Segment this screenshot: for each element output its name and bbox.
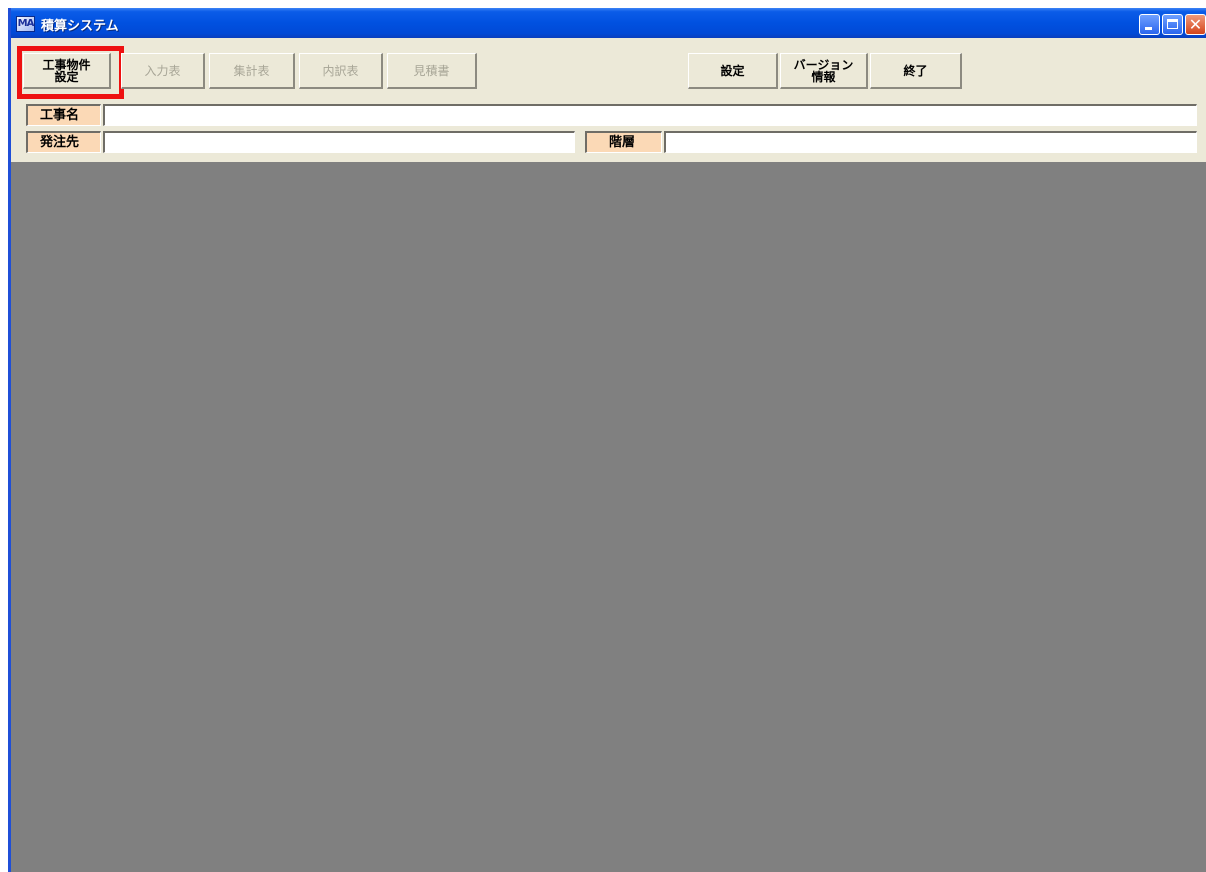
app-icon: MA bbox=[16, 16, 35, 32]
version-info-button[interactable]: バージョン 情報 bbox=[780, 53, 868, 89]
workspace-area bbox=[11, 162, 1206, 872]
title-bar[interactable]: MA 積算システム ✕ bbox=[11, 8, 1206, 38]
breakdown-sheet-button[interactable]: 内訳表 bbox=[299, 53, 383, 89]
minimize-icon bbox=[1145, 27, 1152, 30]
version-info-label-line2: 情報 bbox=[811, 69, 836, 84]
floor-label: 階層 bbox=[585, 131, 662, 153]
settings-button[interactable]: 設定 bbox=[688, 53, 778, 89]
input-sheet-button[interactable]: 入力表 bbox=[121, 53, 205, 89]
client-input[interactable] bbox=[103, 131, 575, 153]
maximize-icon bbox=[1167, 19, 1178, 29]
client-area: 工事物件 設定 入力表 集計表 内訳表 見積書 設定 バージョン 情報 終了 工… bbox=[11, 38, 1206, 872]
highlight-annotation bbox=[17, 46, 124, 99]
summary-sheet-button[interactable]: 集計表 bbox=[209, 53, 295, 89]
exit-button[interactable]: 終了 bbox=[870, 53, 962, 89]
estimate-button[interactable]: 見積書 bbox=[387, 53, 477, 89]
client-label: 発注先 bbox=[26, 131, 101, 153]
version-info-label-line1: バージョン bbox=[793, 57, 854, 72]
minimize-button[interactable] bbox=[1139, 14, 1160, 35]
project-name-label: 工事名 bbox=[26, 104, 101, 126]
maximize-button[interactable] bbox=[1162, 14, 1183, 35]
close-button[interactable]: ✕ bbox=[1185, 14, 1206, 35]
floor-input[interactable] bbox=[664, 131, 1197, 153]
window-title: 積算システム bbox=[41, 19, 119, 34]
app-window: MA 積算システム ✕ 工事物件 設定 入力表 集計表 内訳表 見積書 設定 バ… bbox=[8, 8, 1206, 872]
project-name-input[interactable] bbox=[103, 104, 1197, 126]
close-icon: ✕ bbox=[1188, 15, 1203, 34]
